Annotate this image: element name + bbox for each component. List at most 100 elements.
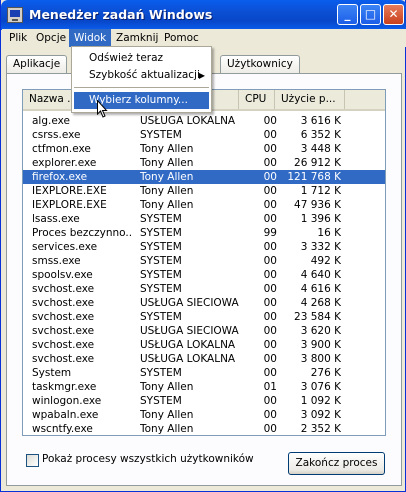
process-memory: 3 448 K [300,143,341,155]
table-row[interactable]: svchost.exe SYSTEM 00 23 584 K [23,310,385,324]
process-name: taskmgr.exe [32,381,97,393]
process-cpu: 00 [263,409,277,421]
table-row[interactable]: csrss.exe SYSTEM 00 6 352 K [23,128,385,142]
column-cpu-header[interactable]: CPU [239,90,275,109]
table-row[interactable]: smss.exe SYSTEM 00 492 K [23,254,385,268]
process-user: SYSTEM [140,367,182,379]
process-user: SYSTEM [140,283,182,295]
process-name: svchost.exe [32,297,95,309]
minimize-button[interactable]: _ [337,4,358,25]
refresh-now-label: Odśwież teraz [89,52,164,64]
process-memory: 121 768 K [287,171,341,183]
table-row[interactable]: System SYSTEM 00 276 K [23,366,385,380]
process-name: wpabaln.exe [32,409,99,421]
process-memory: 1 396 K [300,213,341,225]
process-user: SYSTEM [140,311,182,323]
process-name: lsass.exe [32,213,80,225]
menu-close[interactable]: Zamknij [111,29,163,47]
show-all-label: Pokaż procesy wszystkich użytkowników [42,453,254,465]
process-name: firefox.exe [32,171,88,183]
process-user: USŁUGA SIECIOWA [140,325,239,337]
menu-separator [74,87,209,88]
table-row[interactable]: winlogon.exe SYSTEM 00 1 092 K [23,394,385,408]
process-user: SYSTEM [140,241,182,253]
process-cpu: 99 [263,227,277,239]
process-name: svchost.exe [32,325,95,337]
task-manager-icon [7,7,23,23]
table-row[interactable]: lsass.exe SYSTEM 00 1 396 K [23,212,385,226]
table-row[interactable]: ctfmon.exe Tony Allen 00 3 448 K [23,142,385,156]
process-name: explorer.exe [32,157,97,169]
table-row[interactable]: wscntfy.exe Tony Allen 00 2 352 K [23,422,385,435]
table-row[interactable]: Proces bezczynno... SYSTEM 99 16 K [23,226,385,240]
process-user: Tony Allen [140,143,194,155]
table-row[interactable]: svchost.exe USŁUGA SIECIOWA 00 4 268 K [23,296,385,310]
process-cpu: 00 [263,185,277,197]
tab-users[interactable]: Użytkownicy [220,55,300,74]
table-row[interactable]: svchost.exe USŁUGA SIECIOWA 00 3 620 K [23,324,385,338]
refresh-now-item[interactable]: Odśwież teraz [74,50,209,67]
table-row[interactable]: spoolsv.exe SYSTEM 00 4 640 K [23,268,385,282]
submenu-arrow-icon: ▶ [198,71,205,80]
process-name: ctfmon.exe [32,143,91,155]
end-process-button[interactable]: Zakończ proces [288,452,385,475]
process-cpu: 00 [263,129,277,141]
table-row[interactable]: svchost.exe SYSTEM 00 4 616 K [23,282,385,296]
process-list[interactable]: Nazwa ... ...w... CPU Użycie p... alg.ex… [22,89,386,436]
menu-file[interactable]: Plik [4,29,32,47]
table-row[interactable]: services.exe SYSTEM 00 3 332 K [23,240,385,254]
process-user: USŁUGA LOKALNA [140,353,236,365]
menu-help[interactable]: Pomoc [159,29,204,47]
menu-options[interactable]: Opcje [31,29,71,47]
tab-applications[interactable]: Aplikacje [6,55,68,74]
title-bar[interactable]: Menedżer zadań Windows _ □ ✕ [1,0,406,30]
process-cpu: 01 [263,381,277,393]
mouse-cursor-icon [97,100,108,118]
process-memory: 3 800 K [300,353,341,365]
select-columns-item[interactable]: Wybierz kolumny... [74,92,209,109]
process-name: Proces bezczynno... [32,227,132,239]
table-row[interactable]: wpabaln.exe Tony Allen 00 3 092 K [23,408,385,422]
process-user: Tony Allen [140,423,194,435]
table-row[interactable]: explorer.exe Tony Allen 00 26 912 K [23,156,385,170]
process-memory: 4 640 K [300,269,341,281]
process-name: IEXPLORE.EXE [32,199,107,211]
process-memory: 1 092 K [300,395,341,407]
process-name: svchost.exe [32,311,95,323]
process-name: alg.exe [32,115,70,127]
update-speed-label: Szybkość aktualizacji [89,69,200,81]
process-memory: 16 K [317,227,341,239]
process-user: SYSTEM [140,213,182,225]
process-memory: 4 616 K [300,283,341,295]
update-speed-item[interactable]: Szybkość aktualizacji ▶ [74,67,209,84]
table-row[interactable]: svchost.exe USŁUGA LOKALNA 00 3 900 K [23,338,385,352]
process-memory: 3 092 K [300,409,341,421]
table-row[interactable]: svchost.exe USŁUGA LOKALNA 00 3 800 K [23,352,385,366]
process-memory: 492 K [310,255,341,267]
process-user: SYSTEM [140,269,182,281]
process-name: winlogon.exe [32,395,102,407]
process-user: USŁUGA SIECIOWA [140,297,239,309]
table-row[interactable]: taskmgr.exe Tony Allen 01 3 076 K [23,380,385,394]
table-row[interactable]: IEXPLORE.EXE Tony Allen 00 1 712 K [23,184,385,198]
process-cpu: 00 [263,213,277,225]
process-memory: 2 352 K [300,423,341,435]
process-name: csrss.exe [32,129,81,141]
process-cpu: 00 [263,339,277,351]
process-memory: 47 936 K [294,199,341,211]
process-cpu: 00 [263,297,277,309]
process-memory: 276 K [310,367,341,379]
table-row[interactable]: alg.exe USŁUGA LOKALNA 00 3 616 K [23,114,385,128]
table-row[interactable]: IEXPLORE.EXE Tony Allen 00 47 936 K [23,198,385,212]
close-button[interactable]: ✕ [383,4,404,25]
process-user: SYSTEM [140,395,182,407]
process-user: SYSTEM [140,129,182,141]
process-user: SYSTEM [140,255,182,267]
process-name: IEXPLORE.EXE [32,185,107,197]
maximize-button[interactable]: □ [360,4,381,25]
menu-view[interactable]: Widok [69,29,112,47]
process-memory: 3 076 K [300,381,341,393]
table-row[interactable]: firefox.exe Tony Allen 00 121 768 K [23,170,385,184]
show-all-checkbox[interactable] [26,454,39,467]
column-memory-header[interactable]: Użycie p... [275,90,345,109]
